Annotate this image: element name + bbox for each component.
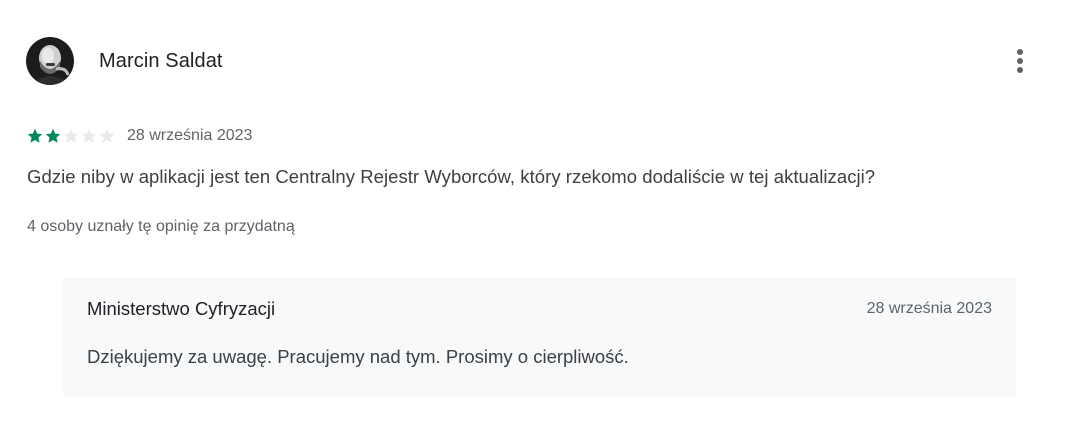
helpful-count: 4 osoby uznały tę opinię za przydatną: [27, 218, 295, 235]
developer-reply: Ministerstwo Cyfryzacji 28 września 2023…: [63, 277, 1016, 397]
star-filled-icon: [45, 128, 61, 143]
review-meta: 28 września 2023: [27, 124, 252, 148]
star-rating: [27, 128, 115, 144]
review-author-name: Marcin Saldat: [99, 49, 223, 72]
developer-name: Ministerstwo Cyfryzacji: [87, 298, 276, 319]
star-empty-icon: [81, 128, 97, 143]
star-filled-icon: [27, 128, 43, 143]
reply-date: 28 września 2023: [866, 300, 992, 317]
reply-text: Dziękujemy za uwagę. Pracujemy nad tym. …: [87, 346, 629, 367]
more-options-button[interactable]: [1004, 45, 1036, 77]
review-text: Gdzie niby w aplikacji jest ten Centraln…: [27, 166, 876, 187]
avatar: [26, 37, 74, 85]
star-empty-icon: [63, 128, 79, 143]
review-header: Marcin Saldat: [26, 37, 1036, 85]
review-date: 28 września 2023: [127, 127, 253, 144]
more-vert-icon: [1017, 49, 1023, 73]
star-empty-icon: [99, 128, 115, 143]
user-avatar-icon: [26, 37, 74, 85]
